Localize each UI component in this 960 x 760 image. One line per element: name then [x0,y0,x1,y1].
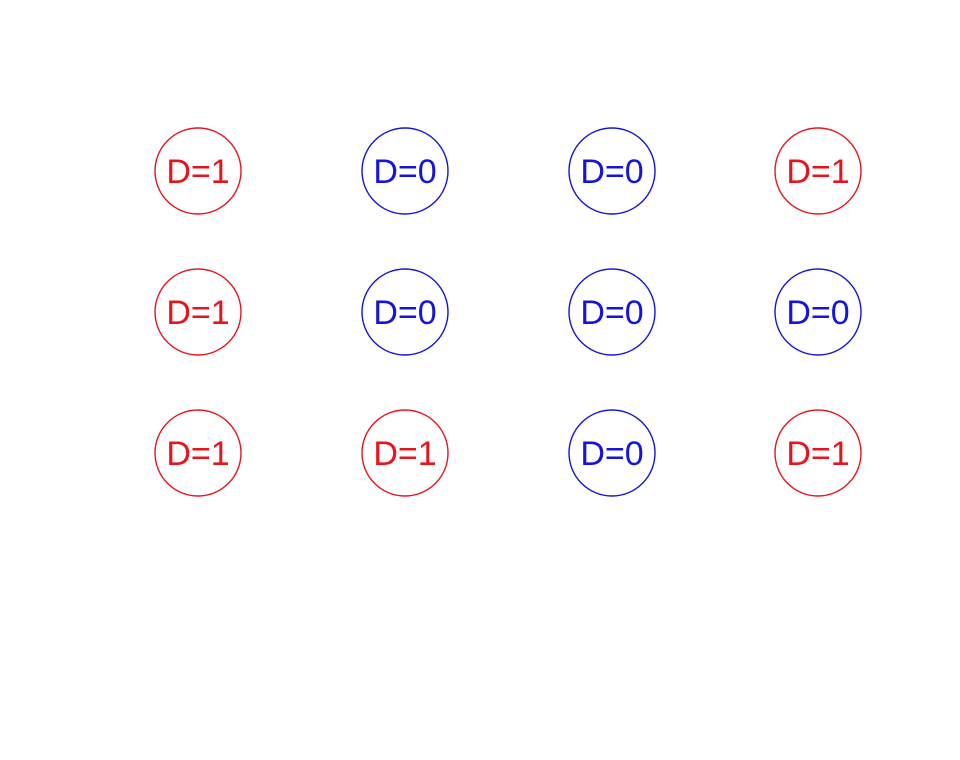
unit-node-r3-c2: D=1 [361,409,449,497]
unit-node-label: D=0 [580,435,643,473]
unit-node-label: D=0 [786,294,849,332]
unit-node-r2-c4: D=0 [774,268,862,356]
unit-node-r2-c2: D=0 [361,268,449,356]
unit-node-label: D=1 [166,294,229,332]
unit-node-label: D=1 [166,435,229,473]
unit-node-label: D=1 [786,435,849,473]
unit-node-r1-c2: D=0 [361,127,449,215]
unit-node-r2-c3: D=0 [568,268,656,356]
nodes-layer: D=1 D=0 D=0 D=1 D=1 D=0 D=0 D=0 D=1 D=1 D=0 D=1 [154,127,862,497]
unit-node-label: D=1 [166,153,229,191]
unit-node-r3-c4: D=1 [774,409,862,497]
unit-node-r2-c1: D=1 [154,268,242,356]
unit-node-r3-c3: D=0 [568,409,656,497]
unit-node-r3-c1: D=1 [154,409,242,497]
unit-node-label: D=1 [786,153,849,191]
unit-node-label: D=0 [580,153,643,191]
unit-node-label: D=0 [373,153,436,191]
unit-node-label: D=0 [580,294,643,332]
unit-node-r1-c3: D=0 [568,127,656,215]
unit-node-label: D=1 [373,435,436,473]
unit-grid-diagram: D=1 D=0 D=0 D=1 D=1 D=0 D=0 D=0 D=1 D=1 D=0 D=1 [154,127,862,497]
unit-node-r1-c4: D=1 [774,127,862,215]
unit-node-r1-c1: D=1 [154,127,242,215]
unit-node-label: D=0 [373,294,436,332]
